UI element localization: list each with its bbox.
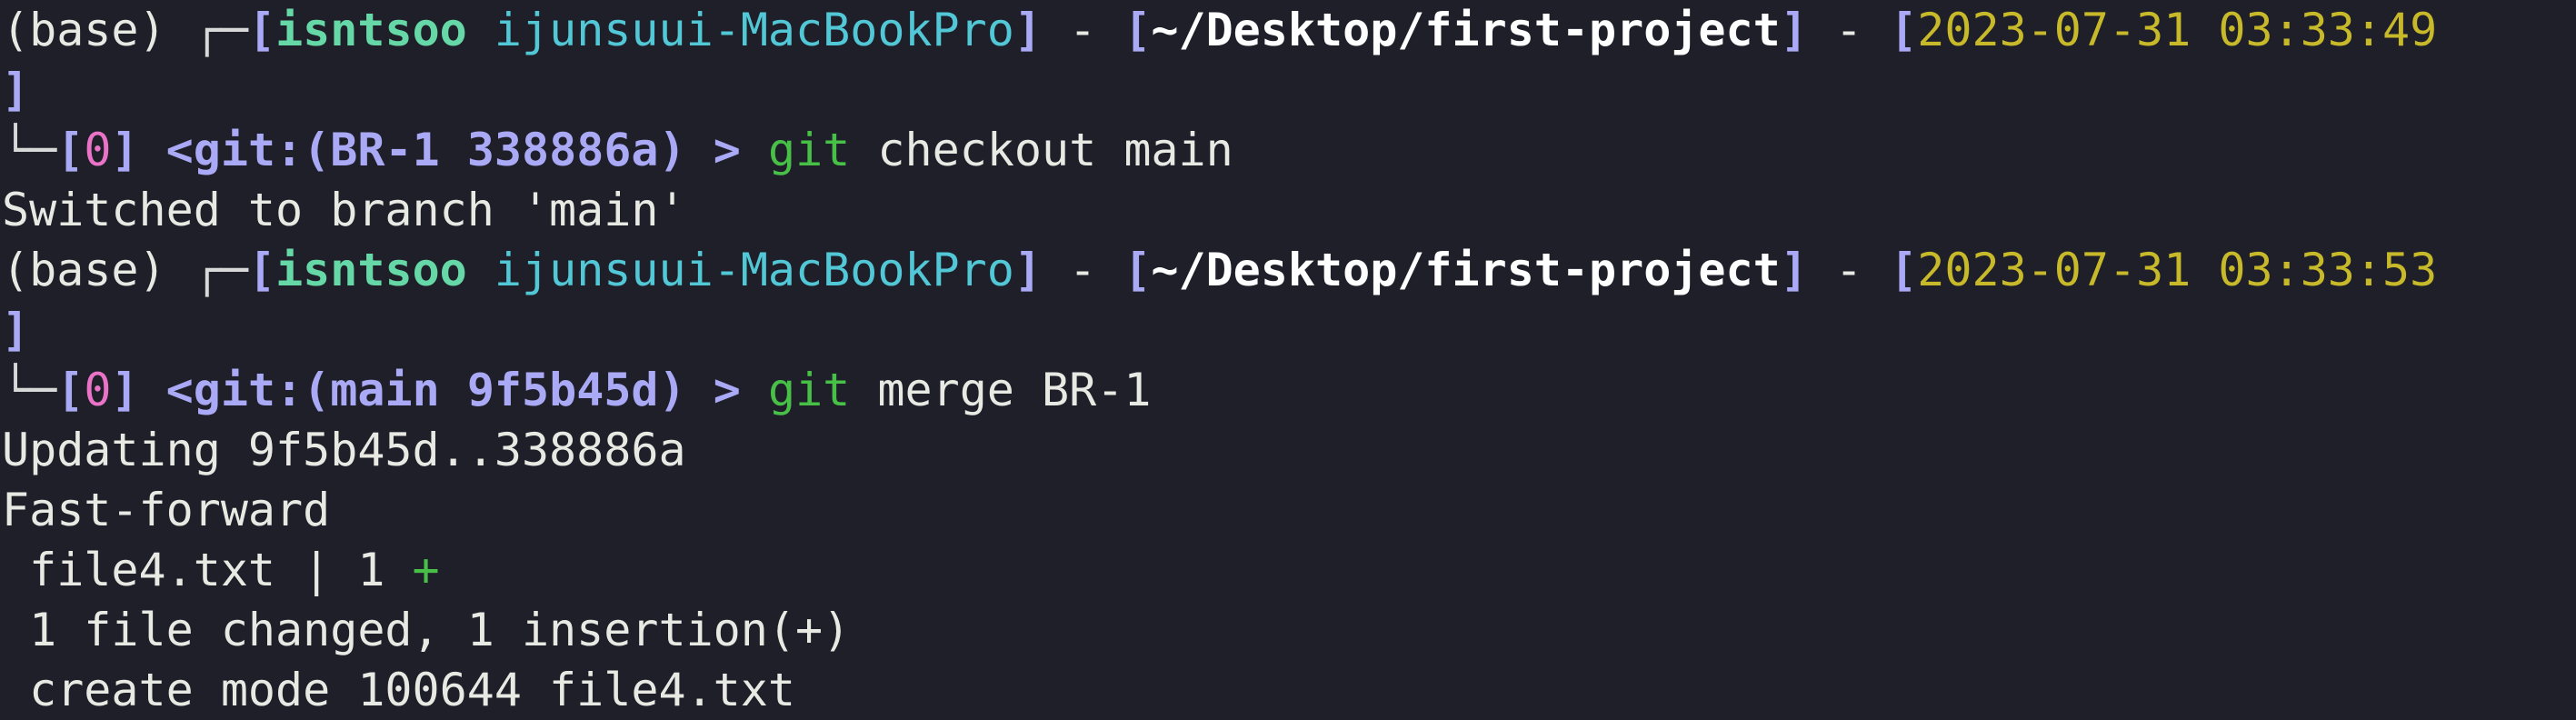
prompt-header-line: (base) ┌─[isntsoo ijunsuui-MacBookPro] -… bbox=[0, 240, 2576, 300]
git-branch: BR-1 bbox=[330, 124, 440, 176]
hostname: ijunsuui-MacBookPro bbox=[494, 4, 1014, 56]
command-name: git bbox=[767, 364, 851, 416]
bracket-close: ] bbox=[1013, 4, 1042, 56]
conda-env: (base) bbox=[2, 4, 166, 56]
bracket-open: [ bbox=[247, 244, 276, 296]
prompt-header-line: (base) ┌─[isntsoo ijunsuui-MacBookPro] -… bbox=[0, 0, 2576, 60]
separator: - bbox=[1041, 4, 1124, 56]
bracket-open: [ bbox=[1123, 4, 1152, 56]
output-summary: 1 file changed, 1 insertion(+) bbox=[2, 604, 851, 656]
bracket-close: ] bbox=[1013, 244, 1042, 296]
prompt-arrow: > bbox=[713, 124, 741, 176]
bracket-close: ] bbox=[1780, 4, 1808, 56]
bracket-open: [ bbox=[1890, 4, 1918, 56]
output-diffstat: file4.txt | 1 + bbox=[0, 540, 2576, 600]
output-fast-forward: Fast-forward bbox=[2, 484, 331, 536]
prompt-datetime: 2023-07-31 03:33:49 bbox=[1917, 4, 2438, 56]
prompt-corner-top: ┌─ bbox=[193, 244, 248, 296]
git-hash: 9f5b45d bbox=[466, 364, 659, 416]
diffstat-file: file4.txt | 1 bbox=[2, 544, 413, 596]
prompt-command-line: └─[0] <git:(main 9f5b45d) > git merge BR… bbox=[0, 360, 2576, 420]
diffstat-plus: + bbox=[412, 544, 440, 596]
bracket-close: ] bbox=[2, 304, 30, 356]
prompt-command-line: └─[0] <git:(BR-1 338886a) > git checkout… bbox=[0, 120, 2576, 180]
bracket-close: ] bbox=[111, 364, 139, 416]
output-line: Switched to branch 'main' bbox=[2, 184, 686, 236]
bracket-close: ] bbox=[2, 64, 30, 116]
bracket-close: ] bbox=[111, 124, 139, 176]
git-status: <git:(BR-1 338886a) bbox=[165, 124, 686, 176]
bracket-close: ] bbox=[1780, 244, 1808, 296]
prompt-corner-bottom: └─ bbox=[2, 124, 57, 176]
prompt-arrow: > bbox=[713, 364, 741, 416]
bracket-open: [ bbox=[247, 4, 276, 56]
git-status: <git:(main 9f5b45d) bbox=[165, 364, 686, 416]
working-directory: ~/Desktop/first-project bbox=[1151, 4, 1781, 56]
job-count: 0 bbox=[84, 124, 112, 176]
terminal-window[interactable]: (base) ┌─[isntsoo ijunsuui-MacBookPro] -… bbox=[0, 0, 2576, 720]
bracket-open: [ bbox=[1123, 244, 1152, 296]
bracket-open: [ bbox=[56, 364, 85, 416]
separator: - bbox=[1041, 244, 1124, 296]
command-args: merge BR-1 bbox=[877, 364, 1152, 416]
working-directory: ~/Desktop/first-project bbox=[1151, 244, 1781, 296]
prompt-wrap-line: ] bbox=[0, 60, 2576, 120]
job-count: 0 bbox=[84, 364, 112, 416]
command-name: git bbox=[767, 124, 851, 176]
command-args: checkout main bbox=[877, 124, 1233, 176]
prompt-datetime: 2023-07-31 03:33:53 bbox=[1917, 244, 2438, 296]
prompt-wrap-line: ] bbox=[0, 300, 2576, 360]
output-updating: Updating 9f5b45d..338886a bbox=[2, 424, 686, 476]
conda-env: (base) bbox=[2, 244, 166, 296]
bracket-open: [ bbox=[56, 124, 85, 176]
prompt-corner-bottom: └─ bbox=[2, 364, 57, 416]
username: isntsoo bbox=[275, 244, 467, 296]
separator: - bbox=[1807, 244, 1891, 296]
username: isntsoo bbox=[275, 4, 467, 56]
bracket-open: [ bbox=[1890, 244, 1918, 296]
separator: - bbox=[1807, 4, 1891, 56]
git-branch: main bbox=[330, 364, 440, 416]
output-create-mode: create mode 100644 file4.txt bbox=[2, 664, 795, 716]
hostname: ijunsuui-MacBookPro bbox=[494, 244, 1014, 296]
git-hash: 338886a bbox=[466, 124, 659, 176]
prompt-corner-top: ┌─ bbox=[193, 4, 248, 56]
